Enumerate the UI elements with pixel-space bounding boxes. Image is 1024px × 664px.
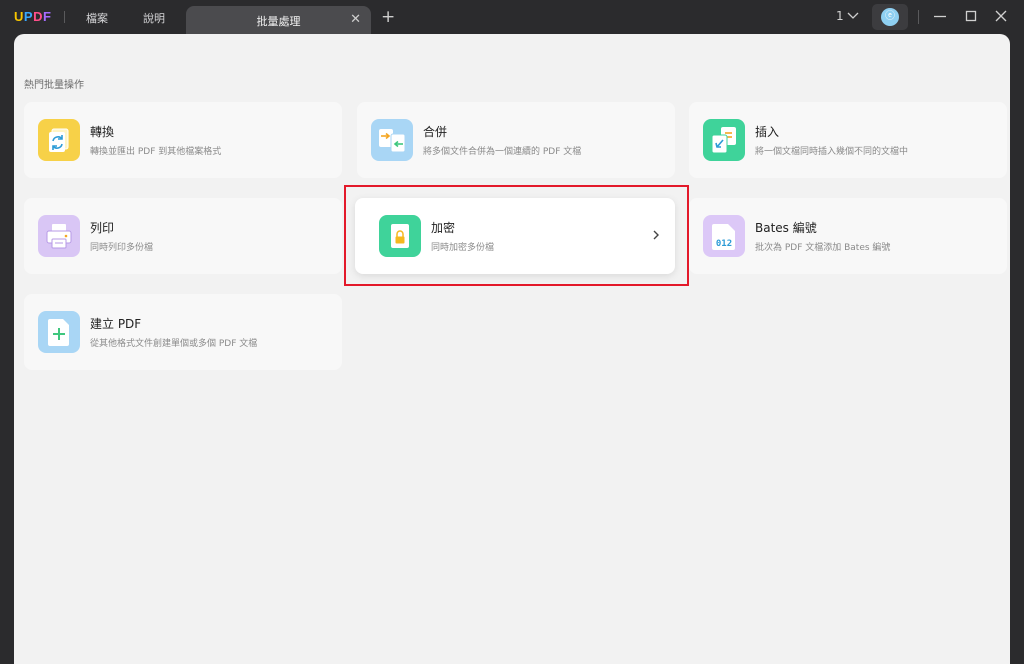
convert-tile [38,119,80,161]
card-description: 從其他格式文件創建單個或多個 PDF 文檔 [90,339,258,349]
card-print[interactable]: 列印 同時列印多份檔 [24,198,342,274]
card-title: 建立 PDF [90,317,142,331]
title-bar: UPDF 檔案 說明 批量處理 ✕ + 1 ⓔ [0,0,1024,34]
add-document-icon [48,319,69,346]
updf-logo[interactable]: UPDF [14,9,51,24]
print-tile [38,215,80,257]
merge-tile [371,119,413,161]
card-insert[interactable]: 插入 將一個文檔同時插入幾個不同的文檔中 [689,102,1007,178]
logo-letter: U [14,9,24,24]
card-merge[interactable]: 合併 將多個文件合併為一個連續的 PDF 文檔 [357,102,675,178]
card-bates-numbering[interactable]: 012 Bates 編號 批次為 PDF 文檔添加 Bates 編號 [689,198,1007,274]
minimize-icon[interactable] [932,8,948,24]
card-title: Bates 編號 [755,221,817,235]
card-convert[interactable]: 轉換 轉換並匯出 PDF 到其他檔案格式 [24,102,342,178]
divider [918,10,919,24]
menu-file[interactable]: 檔案 [86,10,108,26]
section-title: 熱門批量操作 [24,80,84,91]
card-description: 將一個文檔同時插入幾個不同的文檔中 [755,147,909,157]
add-tab-button[interactable]: + [381,7,395,27]
insert-icon [711,127,736,154]
tab-batch-processing[interactable]: 批量處理 ✕ [186,6,371,34]
card-description: 批次為 PDF 文檔添加 Bates 編號 [755,243,891,253]
printer-icon [46,224,72,249]
logo-letter: D [33,9,43,24]
card-title: 列印 [90,221,115,235]
insert-tile [703,119,745,161]
selection-highlight [344,185,689,286]
page-number[interactable]: 1 [836,9,844,23]
card-description: 同時列印多份檔 [90,243,154,253]
card-create-pdf[interactable]: 建立 PDF 從其他格式文件創建單個或多個 PDF 文檔 [24,294,342,370]
card-title: 插入 [755,125,780,139]
card-description: 轉換並匯出 PDF 到其他檔案格式 [90,147,222,157]
avatar: ⓔ [881,8,899,26]
card-title: 合併 [423,125,448,139]
divider [64,11,65,23]
card-title: 轉換 [90,125,115,139]
bates-icon-text: 012 [716,239,732,249]
create-tile [38,311,80,353]
logo-letter: F [42,9,52,24]
close-icon[interactable]: ✕ [350,12,361,27]
refresh-icon [49,128,69,152]
chevron-down-icon[interactable] [847,9,859,23]
card-description: 將多個文件合併為一個連續的 PDF 文檔 [423,147,582,157]
tab-title: 批量處理 [256,15,301,28]
account-button[interactable]: ⓔ [872,4,908,30]
close-window-icon[interactable] [993,8,1009,24]
batch-panel: 熱門批量操作 轉換 轉換並匯出 PDF 到其他檔案格式 合併 將多個文件合併為一… [14,34,1010,664]
bates-tile: 012 [703,215,745,257]
maximize-icon[interactable] [963,8,979,24]
menu-help[interactable]: 說明 [143,10,165,26]
bates-number-icon: 012 [712,224,735,250]
logo-letter: P [23,9,34,24]
merge-icon [379,129,406,153]
